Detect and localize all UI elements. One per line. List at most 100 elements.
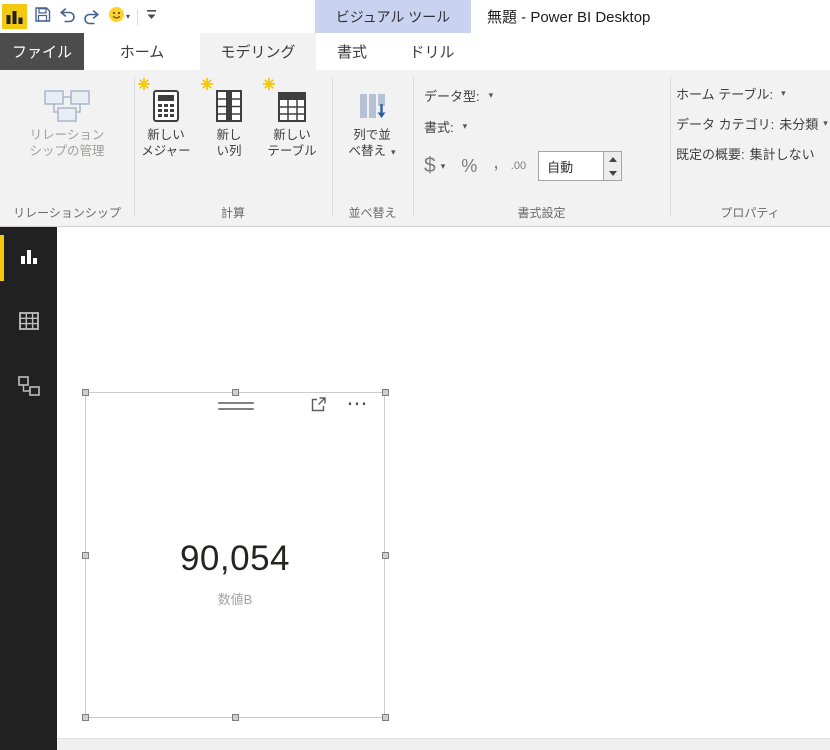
model-view-button[interactable] [0, 365, 57, 411]
default-summarization-dropdown[interactable]: 既定の概要: 集計しない [676, 144, 815, 163]
sort-by-column-label: 列で並 べ替え ▾ [348, 128, 396, 158]
tab-format[interactable]: 書式 [316, 33, 388, 70]
qat-customize-button[interactable] [145, 5, 158, 29]
tab-drill[interactable]: ドリル [392, 33, 472, 70]
save-icon [34, 6, 51, 28]
group-separator [413, 77, 414, 217]
new-column-icon [200, 77, 258, 122]
horizontal-scrollbar[interactable] [57, 738, 830, 750]
tab-home[interactable]: ホーム [92, 33, 192, 70]
contextual-tab-visual-tools: ビジュアル ツール [315, 0, 471, 33]
data-type-dropdown[interactable]: データ型: ▾ [424, 86, 493, 105]
ribbon: リレーション シップの管理 リレーションシップ 新しい メジャー 新し い列 新… [0, 70, 830, 227]
titlebar: ▾ ビジュアル ツール 無題 - Power BI Desktop [0, 0, 830, 33]
new-column-label: 新し い列 [216, 128, 242, 158]
quick-access-toolbar: ▾ [2, 3, 158, 30]
table-grid-icon [18, 311, 39, 335]
default-summarization-value: 集計しない [749, 147, 815, 162]
sparkle-icon [263, 77, 275, 95]
chevron-down-icon: ▾ [462, 121, 468, 131]
drag-handle-line [218, 408, 254, 410]
chevron-down-icon: ▾ [126, 12, 131, 21]
active-view-indicator [0, 235, 4, 281]
group-label-formatting: 書式設定 [517, 206, 566, 220]
feedback-button[interactable]: ▾ [108, 5, 130, 29]
sparkle-icon [201, 77, 213, 95]
separator [137, 8, 139, 25]
ellipsis-icon: ⋯ [346, 391, 368, 415]
group-separator [332, 77, 333, 217]
resize-handle-top-center[interactable] [232, 389, 239, 396]
undo-icon [58, 6, 76, 28]
currency-format-button[interactable]: $ [424, 154, 436, 178]
format-dropdown[interactable]: 書式: ▾ [424, 117, 467, 136]
new-table-label: 新しい テーブル [267, 128, 317, 158]
manage-relationships-label: リレーション シップの管理 [29, 128, 105, 158]
card-visual[interactable]: ⋯ 90,054 数値B [82, 389, 389, 721]
customize-toolbar-icon [145, 8, 158, 26]
new-measure-calculator-icon [136, 77, 196, 122]
new-column-button[interactable]: 新し い列 [200, 77, 258, 159]
tab-modeling[interactable]: モデリング [200, 33, 316, 70]
redo-button[interactable] [83, 5, 101, 29]
group-label-sort: 並べ替え [348, 206, 397, 220]
chevron-down-icon: ▾ [390, 147, 396, 157]
data-view-button[interactable] [0, 300, 57, 346]
model-view-icon [17, 375, 40, 401]
focus-mode-button[interactable] [308, 397, 328, 417]
spinner-down-button[interactable] [604, 166, 621, 180]
group-label-relationships: リレーションシップ [13, 206, 121, 220]
home-table-dropdown[interactable]: ホーム テーブル: ▾ [676, 84, 786, 103]
chevron-down-icon: ▾ [823, 118, 828, 128]
resize-handle-top-right[interactable] [382, 389, 389, 396]
decimal-places-spinner[interactable]: 自動 [538, 151, 623, 181]
comma-format-button[interactable]: , [493, 151, 499, 174]
sort-by-column-icon [342, 80, 402, 122]
resize-handle-bottom-left[interactable] [82, 714, 89, 721]
default-summarization-label: 既定の概要: [676, 147, 745, 162]
sparkle-icon [138, 77, 150, 95]
spinner-up-button[interactable] [604, 152, 621, 166]
decimal-places-button[interactable]: .00 [511, 160, 526, 172]
format-label: 書式: [424, 120, 454, 135]
manage-relationships-button[interactable]: リレーション シップの管理 [17, 80, 117, 159]
data-category-label: データ カテゴリ: [676, 117, 775, 132]
triangle-up-icon [608, 156, 617, 162]
spinner-value: 自動 [547, 159, 574, 175]
tab-file[interactable]: ファイル [0, 33, 84, 70]
powerbi-logo-icon [2, 4, 27, 29]
card-caption: 数値B [217, 592, 253, 607]
data-category-value: 未分類 [779, 117, 819, 132]
group-label-calculations: 計算 [220, 206, 245, 220]
chevron-down-icon: ▾ [781, 88, 786, 98]
save-button[interactable] [34, 5, 51, 29]
sort-by-column-button[interactable]: 列で並 べ替え ▾ [342, 80, 402, 160]
chevron-down-icon: ▾ [440, 160, 446, 171]
more-options-button[interactable]: ⋯ [342, 390, 372, 416]
data-category-dropdown[interactable]: データ カテゴリ: 未分類 ▾ [676, 114, 828, 133]
group-label-properties: プロパティ [720, 206, 780, 220]
new-table-icon [262, 77, 322, 122]
bar-chart-icon [19, 246, 39, 271]
new-measure-button[interactable]: 新しい メジャー [136, 77, 196, 159]
undo-button[interactable] [58, 5, 76, 29]
focus-mode-icon [310, 396, 327, 418]
triangle-down-icon [608, 170, 617, 176]
relationships-icon [17, 80, 117, 122]
view-sidebar [0, 227, 57, 750]
visual-drag-handle[interactable] [218, 402, 254, 414]
group-separator [134, 77, 135, 217]
percent-format-button[interactable]: % [461, 156, 477, 177]
resize-handle-bottom-center[interactable] [232, 714, 239, 721]
data-type-label: データ型: [424, 89, 480, 104]
report-view-button[interactable] [0, 235, 57, 281]
group-separator [670, 77, 671, 217]
resize-handle-top-left[interactable] [82, 389, 89, 396]
ribbon-tab-row: ファイル ホーム モデリング 書式 ドリル [0, 33, 830, 70]
smiley-icon [108, 6, 125, 28]
resize-handle-bottom-right[interactable] [382, 714, 389, 721]
report-canvas[interactable]: ⋯ 90,054 数値B [57, 227, 830, 738]
card-value: 90,054 [179, 539, 291, 578]
new-table-button[interactable]: 新しい テーブル [262, 77, 322, 159]
spinner-buttons [603, 152, 622, 180]
